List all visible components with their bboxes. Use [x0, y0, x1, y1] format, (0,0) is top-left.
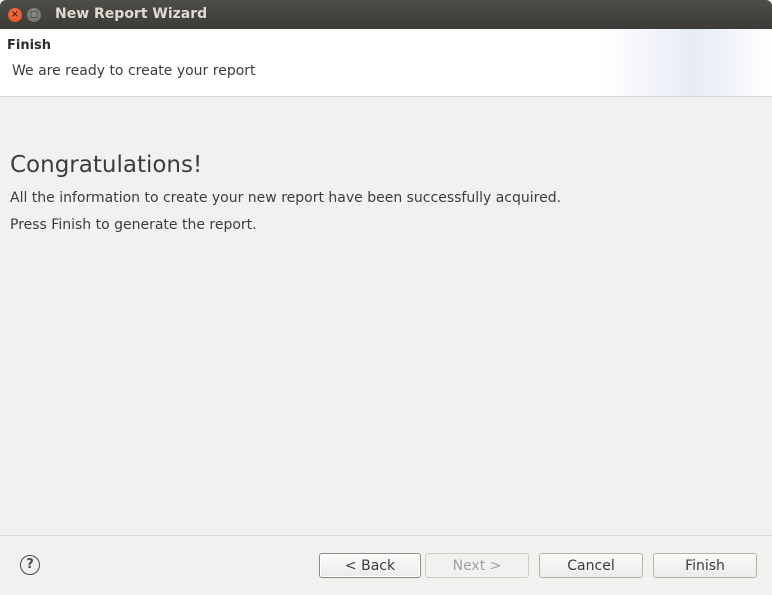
wizard-header: Finish We are ready to create your repor…: [0, 29, 772, 97]
footer-separator: [0, 535, 772, 536]
back-button[interactable]: < Back: [319, 553, 421, 578]
window-title: New Report Wizard: [55, 6, 208, 22]
close-icon[interactable]: ×: [8, 8, 22, 22]
wizard-content: Congratulations! All the information to …: [10, 152, 750, 233]
next-button[interactable]: Next >: [425, 553, 529, 578]
wizard-window: × ◻ New Report Wizard Finish We are read…: [0, 0, 772, 595]
instruction-text: Press Finish to generate the report.: [10, 217, 257, 233]
info-text: All the information to create your new r…: [10, 190, 562, 206]
page-title: Finish: [7, 38, 52, 53]
title-bar[interactable]: × ◻ New Report Wizard: [0, 0, 772, 29]
finish-button[interactable]: Finish: [653, 553, 757, 578]
cancel-button[interactable]: Cancel: [539, 553, 643, 578]
page-description: We are ready to create your report: [12, 63, 256, 79]
help-icon[interactable]: ?: [20, 555, 40, 575]
minimize-icon[interactable]: ◻: [27, 8, 41, 22]
congratulations-heading: Congratulations!: [10, 152, 203, 178]
